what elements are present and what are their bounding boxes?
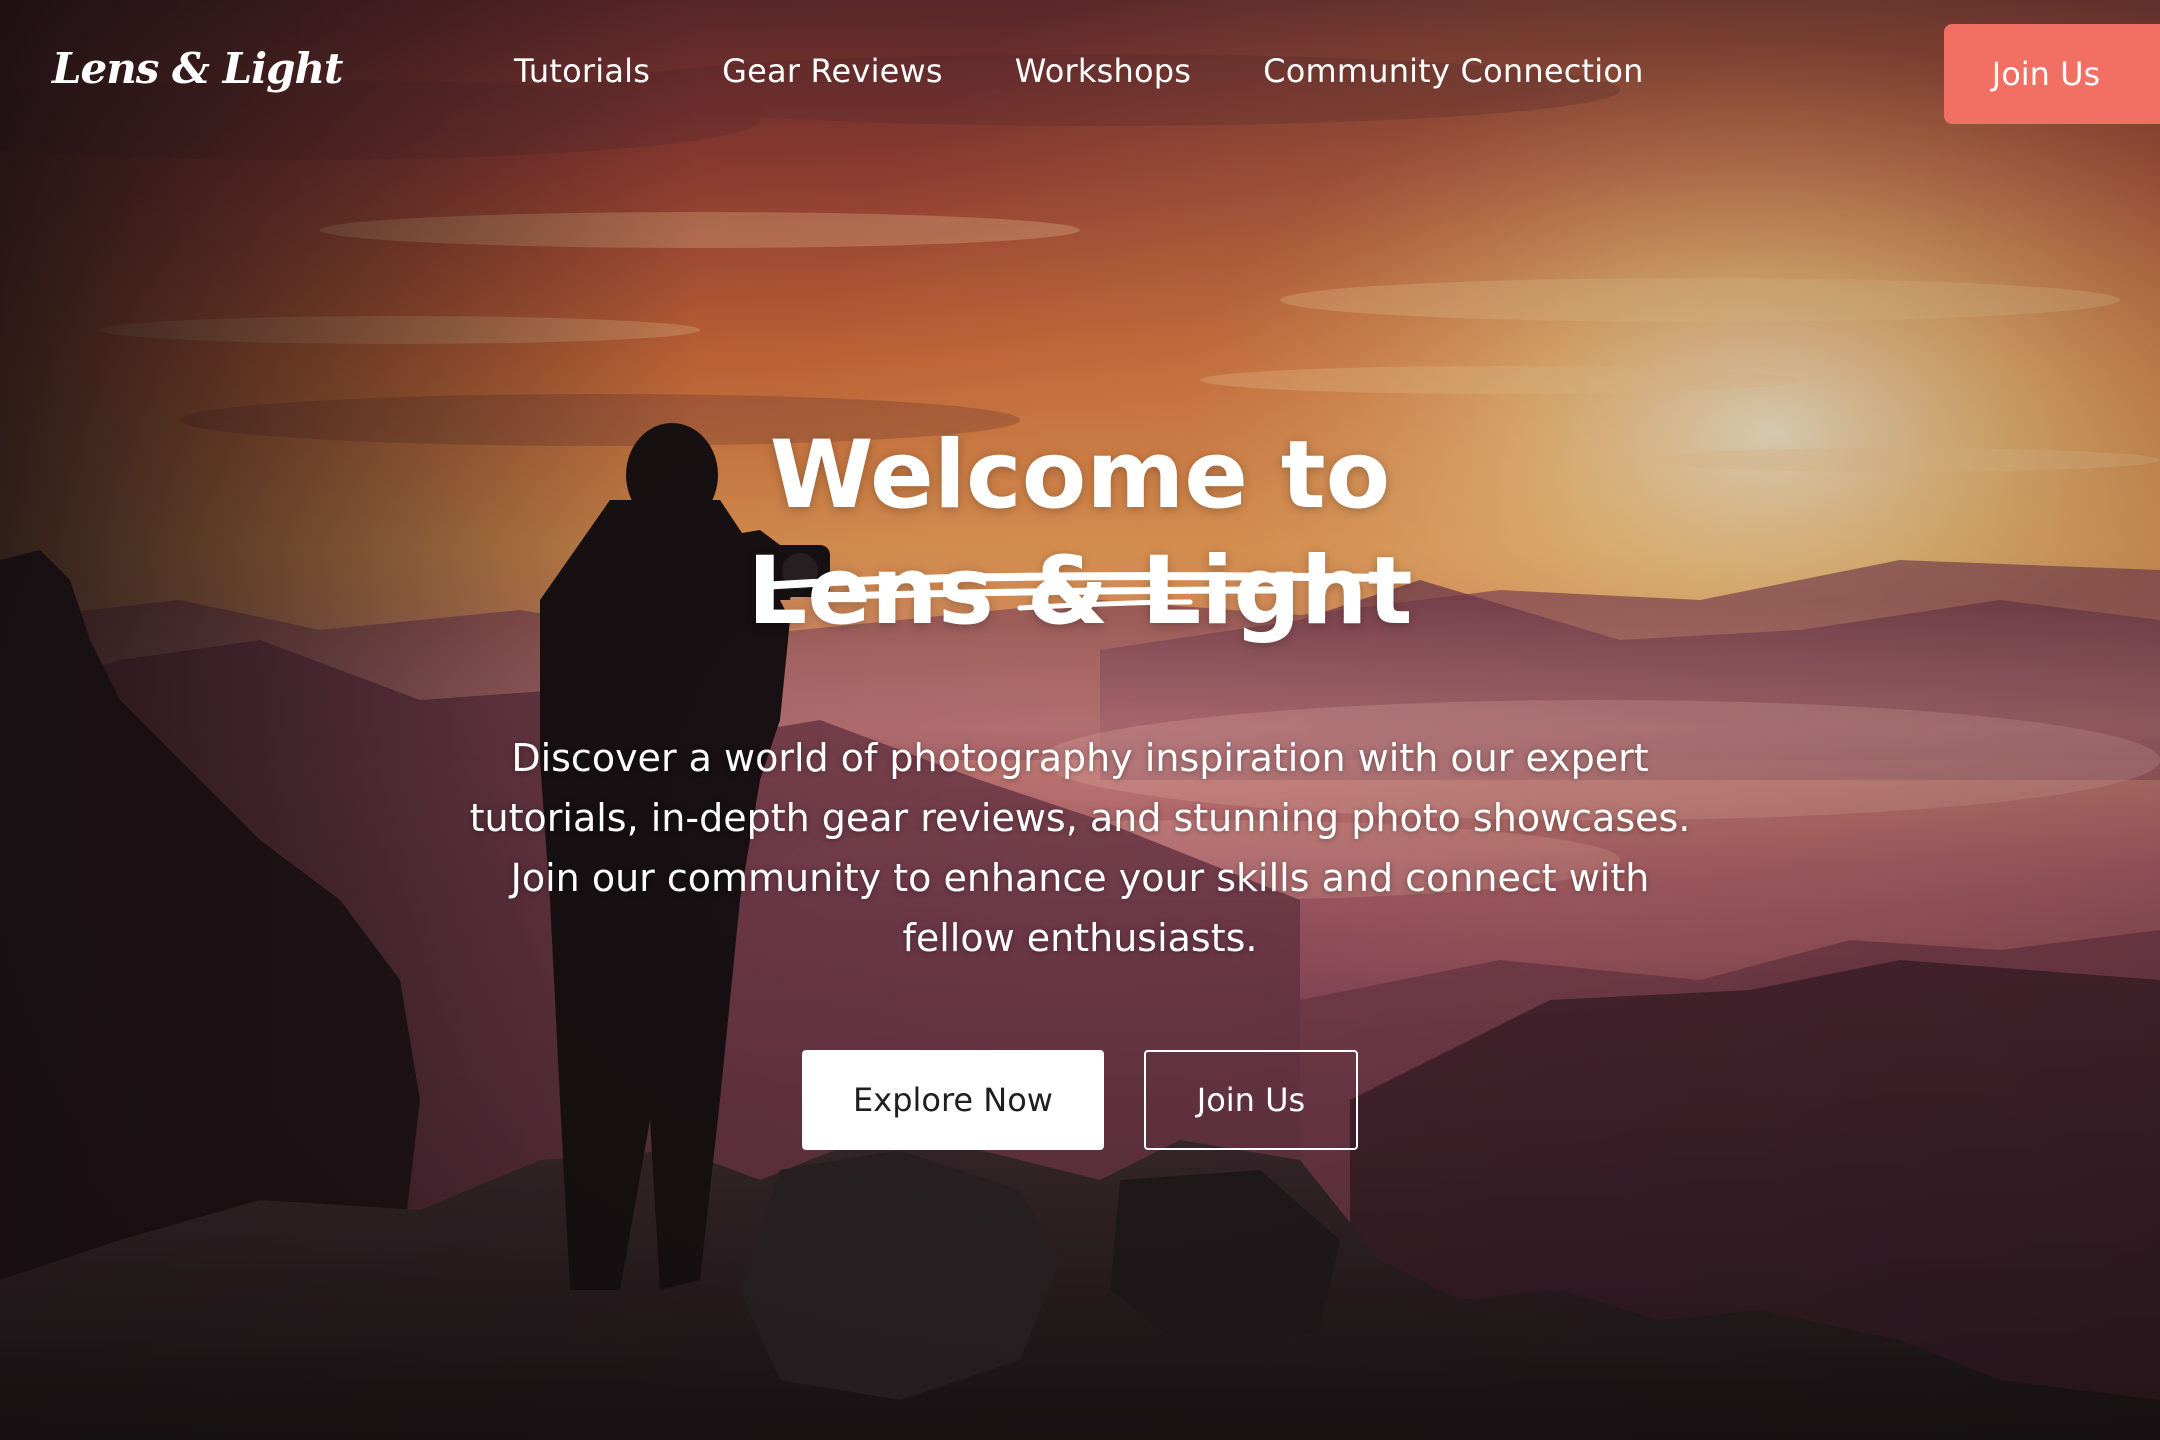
nav-link-community-connection[interactable]: Community Connection [1263,52,1643,90]
nav-join-button[interactable]: Join Us [1944,24,2160,124]
site-logo[interactable]: Lens & Light [52,44,343,93]
hero-headline-line-1: Welcome to [769,420,1391,530]
nav-link-tutorials[interactable]: Tutorials [514,52,650,90]
hero-background-image [0,0,2160,1440]
explore-now-button[interactable]: Explore Now [802,1050,1104,1150]
hero-section: Lens & Light Tutorials Gear Reviews Work… [0,0,2160,1440]
nav-link-workshops[interactable]: Workshops [1015,52,1191,90]
hero-description: Discover a world of photography inspirat… [469,736,1691,960]
nav-link-gear-reviews[interactable]: Gear Reviews [722,52,943,90]
top-navigation: Lens & Light Tutorials Gear Reviews Work… [0,0,2160,150]
nav-links: Tutorials Gear Reviews Workshops Communi… [514,52,1644,90]
brush-underline-decoration [760,572,1400,611]
join-us-button[interactable]: Join Us [1144,1050,1358,1150]
